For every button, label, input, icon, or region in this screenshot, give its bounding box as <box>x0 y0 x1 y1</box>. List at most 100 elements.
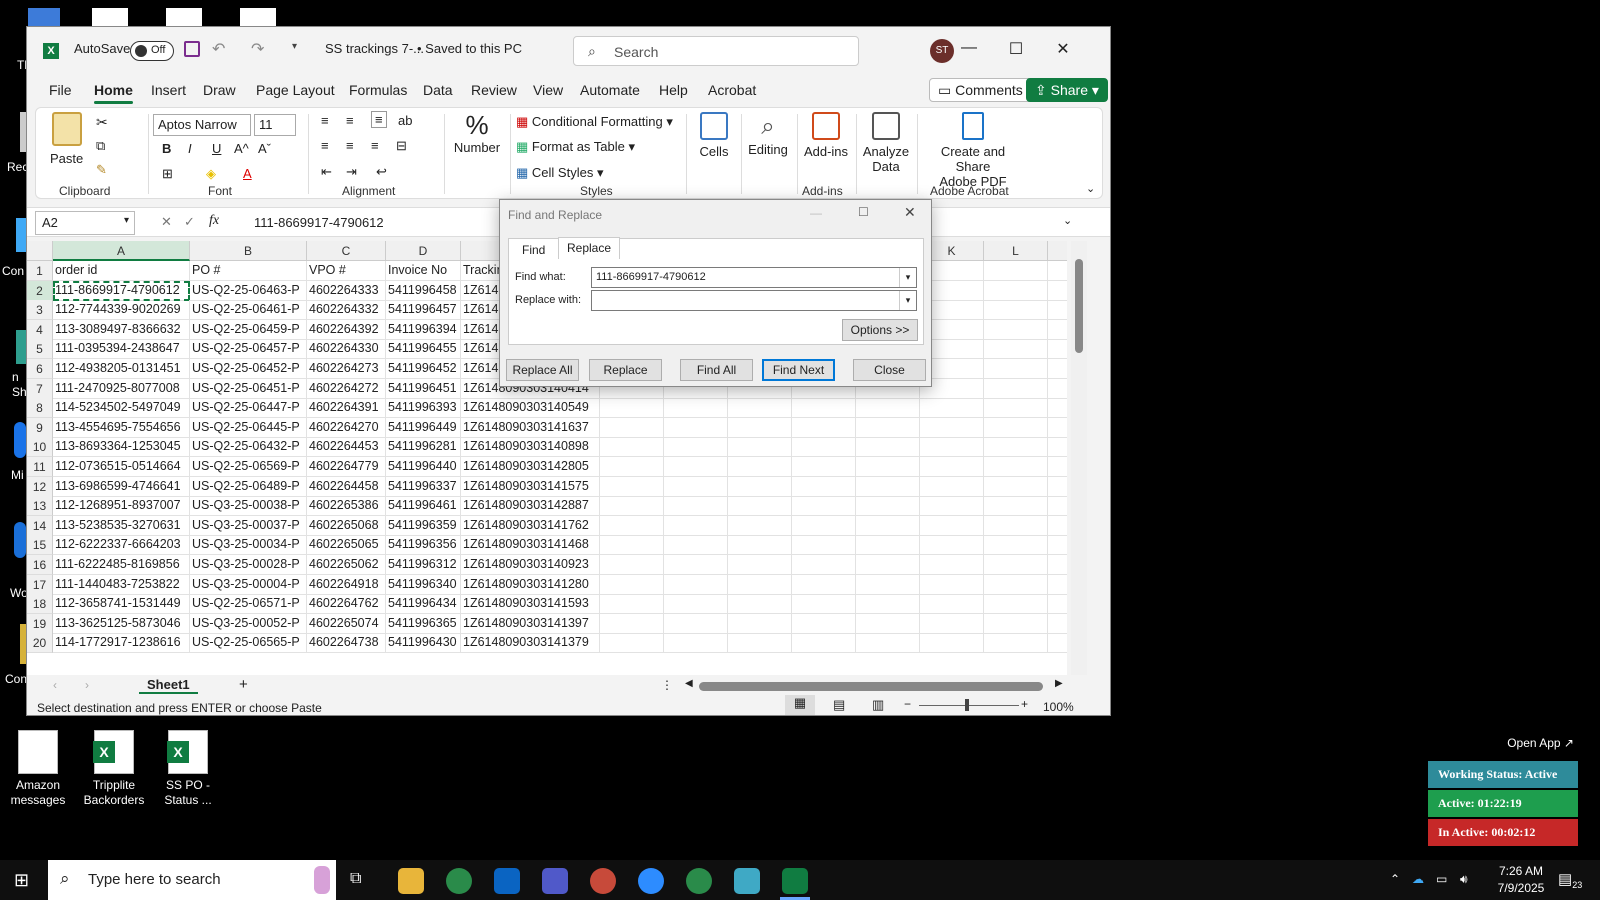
select-all-corner[interactable] <box>27 241 53 261</box>
cell[interactable]: 5411996337 <box>386 476 461 497</box>
cell[interactable] <box>792 574 856 595</box>
cell[interactable]: US-Q3-25-00037-P <box>190 515 307 536</box>
cell[interactable] <box>920 457 984 477</box>
cell[interactable]: US-Q3-25-00052-P <box>190 613 307 634</box>
cell[interactable] <box>920 633 984 654</box>
cell[interactable]: US-Q3-25-00034-P <box>190 535 307 556</box>
cell[interactable]: 111-2470925-8077008 <box>53 378 190 399</box>
analyze-data-button[interactable]: Analyze Data <box>860 112 912 174</box>
cell[interactable]: 4602264392 <box>307 319 386 340</box>
cell[interactable]: 5411996449 <box>386 417 461 438</box>
cell[interactable] <box>984 515 1048 536</box>
network-icon[interactable]: ▭ <box>1436 872 1447 886</box>
cell[interactable]: US-Q2-25-06457-P <box>190 339 307 360</box>
cell[interactable]: 4602264332 <box>307 300 386 321</box>
page-layout-view-icon[interactable]: ▤ <box>833 697 845 713</box>
shrink-font-icon[interactable]: Aˇ <box>258 141 271 156</box>
cell[interactable]: US-Q2-25-06489-P <box>190 476 307 497</box>
cell[interactable] <box>984 398 1048 419</box>
cell[interactable] <box>984 476 1048 497</box>
cell[interactable]: US-Q2-25-06445-P <box>190 417 307 438</box>
format-as-table-button[interactable]: ▦ Format as Table ▾ <box>516 139 635 155</box>
borders-icon[interactable]: ⊞ <box>162 166 173 182</box>
cell[interactable]: Invoice No <box>386 261 461 281</box>
cell[interactable] <box>984 261 1048 281</box>
cell[interactable]: 114-5234502-5497049 <box>53 398 190 419</box>
cell[interactable]: 5411996359 <box>386 515 461 536</box>
normal-view-icon[interactable]: ▦ <box>785 695 815 715</box>
desktop-icon-amazon-messages[interactable]: Amazon messages <box>3 730 73 808</box>
maximize-icon[interactable]: ☐ <box>1001 39 1031 59</box>
align-left-icon[interactable]: ≡ <box>321 138 329 153</box>
cell[interactable]: 1Z6148090303141397 <box>461 613 600 634</box>
cell[interactable] <box>792 515 856 536</box>
cell[interactable] <box>600 613 664 634</box>
zoom-out-icon[interactable]: − <box>904 697 911 711</box>
bold-icon[interactable]: B <box>162 141 171 156</box>
orientation-icon[interactable]: ab <box>398 113 412 128</box>
cell[interactable] <box>600 437 664 458</box>
open-app-link[interactable]: Open App ↗ <box>1507 736 1574 750</box>
cell[interactable]: US-Q3-25-00028-P <box>190 555 307 575</box>
cell[interactable] <box>664 437 728 458</box>
tab-review[interactable]: Review <box>471 82 517 98</box>
cell[interactable]: 1Z6148090303141468 <box>461 535 600 556</box>
cell[interactable] <box>728 457 792 477</box>
cell[interactable] <box>856 496 920 517</box>
row-header[interactable]: 11 <box>27 457 53 477</box>
cell[interactable]: 5411996451 <box>386 378 461 399</box>
paste-button[interactable]: Paste <box>50 151 83 166</box>
cell[interactable]: 1Z6148090303142887 <box>461 496 600 517</box>
row-header[interactable]: 12 <box>27 476 53 497</box>
cell[interactable] <box>984 633 1048 654</box>
cell[interactable]: 5411996430 <box>386 633 461 654</box>
cell[interactable] <box>600 496 664 517</box>
cell[interactable] <box>920 398 984 419</box>
cell[interactable]: 5411996458 <box>386 280 461 301</box>
cell[interactable] <box>728 535 792 556</box>
taskbar-search[interactable]: ⌕ Type here to search <box>48 860 336 900</box>
cell[interactable] <box>1048 398 1067 419</box>
cell[interactable]: 1Z6148090303140549 <box>461 398 600 419</box>
onedrive-icon[interactable]: ☁ <box>1412 872 1424 886</box>
cell[interactable] <box>600 535 664 556</box>
avatar[interactable]: ST <box>930 39 954 63</box>
cell[interactable]: 5411996455 <box>386 339 461 360</box>
desktop-partial-icon[interactable] <box>166 8 202 28</box>
cell[interactable] <box>1048 555 1067 575</box>
cell[interactable] <box>664 535 728 556</box>
cell[interactable]: 4602265062 <box>307 555 386 575</box>
row-header[interactable]: 8 <box>27 398 53 419</box>
cell[interactable]: 112-7744339-9020269 <box>53 300 190 321</box>
column-header[interactable]: L <box>984 241 1048 261</box>
excel-taskbar-icon[interactable] <box>782 868 808 894</box>
cell[interactable] <box>1048 535 1067 556</box>
cell[interactable]: 5411996393 <box>386 398 461 419</box>
cell[interactable]: VPO # <box>307 261 386 281</box>
cell[interactable]: 114-1772917-1238616 <box>53 633 190 654</box>
cell[interactable] <box>984 378 1048 399</box>
cell[interactable] <box>728 398 792 419</box>
cell[interactable] <box>664 496 728 517</box>
editing-button[interactable]: ⌕ Editing <box>746 112 790 157</box>
cell[interactable] <box>792 555 856 575</box>
cell[interactable]: 1Z6148090303141280 <box>461 574 600 595</box>
cell[interactable]: 5411996434 <box>386 594 461 615</box>
row-header[interactable]: 1 <box>27 261 53 281</box>
cell[interactable] <box>920 594 984 615</box>
align-top-icon[interactable]: ≡ <box>321 113 329 128</box>
cell[interactable]: 4602264272 <box>307 378 386 399</box>
row-header[interactable]: 6 <box>27 359 53 379</box>
cell[interactable]: US-Q2-25-06461-P <box>190 300 307 321</box>
cell[interactable] <box>792 535 856 556</box>
confirm-entry-icon[interactable]: ✓ <box>184 214 195 230</box>
align-center-icon[interactable]: ≡ <box>346 138 354 153</box>
cell[interactable]: 113-5238535-3270631 <box>53 515 190 536</box>
more-options-icon[interactable]: ⋮ <box>661 678 673 692</box>
cell[interactable]: 5411996340 <box>386 574 461 595</box>
name-box[interactable]: A2 ▾ <box>35 211 135 235</box>
fill-color-icon[interactable]: ◈ <box>206 166 216 182</box>
cell[interactable]: 5411996365 <box>386 613 461 634</box>
tab-formulas[interactable]: Formulas <box>349 82 407 98</box>
cell[interactable] <box>792 633 856 654</box>
